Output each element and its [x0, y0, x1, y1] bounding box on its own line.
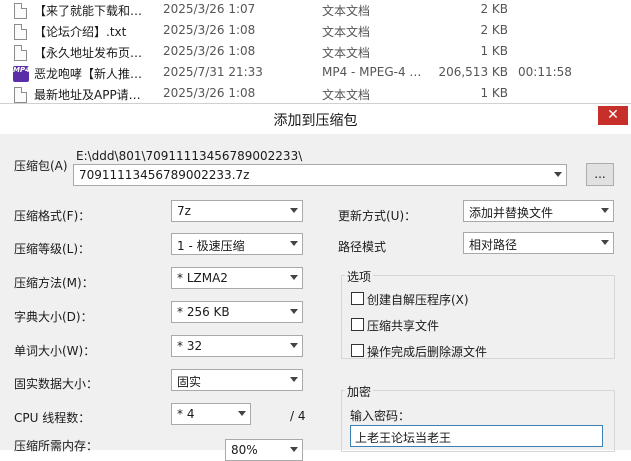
- file-list: 【来了就能下载和… 2025/3/26 1:07 文本文档 2 KB 【论坛介绍…: [0, 0, 631, 103]
- file-type: 文本文档: [322, 46, 371, 60]
- file-duration: 00:11:58: [518, 65, 572, 79]
- browse-button-label: ...: [594, 167, 606, 181]
- word-size-label: 单词大小(W)：: [14, 344, 96, 358]
- file-date: 2025/3/26 1:07: [163, 2, 256, 16]
- method-value: * LZMA2: [177, 271, 228, 285]
- level-label: 压缩等级(L)：: [14, 242, 91, 256]
- file-row[interactable]: 【永久地址发布页… 2025/3/26 1:08 文本文档 1 KB: [0, 42, 631, 63]
- chevron-down-icon: [238, 411, 246, 416]
- dialog-titlebar[interactable]: 添加到压缩包 ✕: [0, 104, 631, 134]
- create-sfx-checkbox[interactable]: 创建自解压程序(X): [351, 291, 551, 307]
- word-size-value: * 32: [177, 339, 203, 353]
- level-value: 1 - 极速压缩: [177, 239, 245, 253]
- delete-after-checkbox[interactable]: 操作完成后删除源文件: [351, 343, 551, 359]
- file-type: MP4 - MPEG-4 …: [322, 65, 422, 79]
- file-name: 【论坛介绍】.txt: [34, 25, 127, 39]
- cpu-threads-select[interactable]: * 4: [171, 403, 251, 425]
- file-type: 文本文档: [322, 25, 371, 39]
- file-size: 2 KB: [480, 2, 508, 16]
- cpu-threads-value: * 4: [177, 407, 195, 421]
- dialog-title: 添加到压缩包: [273, 113, 358, 129]
- archive-label: 压缩包(A): [14, 159, 68, 173]
- file-name: 【永久地址发布页…: [34, 46, 143, 60]
- dictionary-size-label: 字典大小(D)：: [14, 310, 93, 324]
- update-mode-select[interactable]: 添加并替换文件: [463, 200, 614, 222]
- path-mode-value: 相对路径: [469, 238, 518, 252]
- chevron-down-icon: [290, 275, 298, 280]
- method-label: 压缩方法(M)：: [14, 276, 94, 290]
- archive-name-combo[interactable]: 709111134567890022​33.7z: [73, 164, 567, 186]
- solid-block-value: 固实: [177, 375, 202, 389]
- close-icon: ✕: [607, 107, 619, 123]
- archive-path: E:\ddd\801\709111134567890022​33\: [76, 149, 303, 163]
- chevron-down-icon: [290, 208, 298, 213]
- file-name: 【来了就能下载和…: [34, 4, 143, 18]
- chevron-down-icon: [290, 377, 298, 382]
- browse-button[interactable]: ...: [586, 163, 614, 186]
- update-mode-label: 更新方式(U)：: [338, 209, 417, 223]
- format-select[interactable]: 7z: [171, 200, 303, 222]
- compress-shared-label: 压缩共享文件: [367, 319, 440, 333]
- file-date: 2025/7/31 21:33: [163, 65, 263, 79]
- dictionary-size-select[interactable]: * 256 KB: [171, 301, 303, 323]
- add-to-archive-dialog: 添加到压缩包 ✕ 压缩包(A) E:\ddd\801\7091111345678…: [0, 103, 631, 461]
- file-name: 恶龙咆哮【新人推…: [34, 67, 143, 81]
- chevron-down-icon: [601, 208, 609, 213]
- file-name: 最新地址及APP请…: [34, 88, 141, 102]
- method-select[interactable]: * LZMA2: [171, 267, 303, 289]
- level-select[interactable]: 1 - 极速压缩: [171, 233, 303, 255]
- chevron-down-icon: [554, 172, 562, 177]
- dictionary-size-value: * 256 KB: [177, 305, 230, 319]
- chevron-down-icon: [601, 240, 609, 245]
- cpu-threads-total: / 4: [290, 409, 306, 423]
- mp4-video-icon: MP4: [13, 65, 29, 82]
- solid-block-select[interactable]: 固实: [171, 369, 303, 391]
- delete-after-label: 操作完成后删除源文件: [367, 345, 488, 359]
- archive-name-value: 709111134567890022​33.7z: [79, 168, 250, 182]
- text-document-icon: [13, 2, 29, 19]
- update-mode-value: 添加并替换文件: [469, 206, 554, 220]
- password-value: 上老王论坛当老王: [355, 431, 452, 445]
- format-label: 压缩格式(F)：: [14, 209, 91, 223]
- close-button[interactable]: ✕: [598, 106, 628, 125]
- file-date: 2025/3/26 1:08: [163, 44, 256, 58]
- file-date: 2025/3/26 1:08: [163, 86, 256, 100]
- chevron-down-icon: [290, 241, 298, 246]
- dialog-body: 压缩包(A) E:\ddd\801\709111134567890022​33\…: [0, 134, 631, 461]
- path-mode-select[interactable]: 相对路径: [463, 232, 614, 254]
- word-size-select[interactable]: * 32: [171, 335, 303, 357]
- file-type: 文本文档: [322, 88, 371, 102]
- file-size: 1 KB: [480, 86, 508, 100]
- file-size: 1 KB: [480, 44, 508, 58]
- mp4-badge: MP4: [13, 66, 29, 82]
- file-size: 206,513 KB: [438, 65, 508, 79]
- file-row[interactable]: 【论坛介绍】.txt 2025/3/26 1:08 文本文档 2 KB: [0, 21, 631, 42]
- memory-usage-label: 压缩所需内存：: [14, 439, 99, 453]
- text-document-icon: [13, 86, 29, 103]
- password-input[interactable]: 上老王论坛当老王: [350, 425, 603, 447]
- create-sfx-label: 创建自解压程序(X): [367, 293, 469, 307]
- file-row[interactable]: MP4 恶龙咆哮【新人推… 2025/7/31 21:33 MP4 - MPEG…: [0, 63, 631, 84]
- chevron-down-icon: [290, 447, 298, 452]
- options-group-title: 选项: [345, 268, 374, 285]
- text-document-icon: [13, 44, 29, 61]
- compress-shared-checkbox[interactable]: 压缩共享文件: [351, 317, 551, 333]
- file-row[interactable]: 最新地址及APP请… 2025/3/26 1:08 文本文档 1 KB: [0, 84, 631, 105]
- file-row[interactable]: 【来了就能下载和… 2025/3/26 1:07 文本文档 2 KB: [0, 0, 631, 21]
- memory-usage-select[interactable]: 80%: [225, 439, 303, 461]
- file-date: 2025/3/26 1:08: [163, 23, 256, 37]
- path-mode-label: 路径模式: [338, 240, 387, 254]
- solid-block-label: 固实数据大小：: [14, 377, 99, 391]
- file-type: 文本文档: [322, 4, 371, 18]
- chevron-down-icon: [290, 309, 298, 314]
- cpu-threads-label: CPU 线程数：: [14, 411, 91, 425]
- file-size: 2 KB: [480, 23, 508, 37]
- chevron-down-icon: [290, 343, 298, 348]
- password-label: 输入密码：: [350, 409, 411, 423]
- memory-usage-value: 80%: [231, 443, 258, 457]
- format-value: 7z: [177, 204, 191, 218]
- text-document-icon: [13, 23, 29, 40]
- encryption-group-title: 加密: [345, 383, 374, 400]
